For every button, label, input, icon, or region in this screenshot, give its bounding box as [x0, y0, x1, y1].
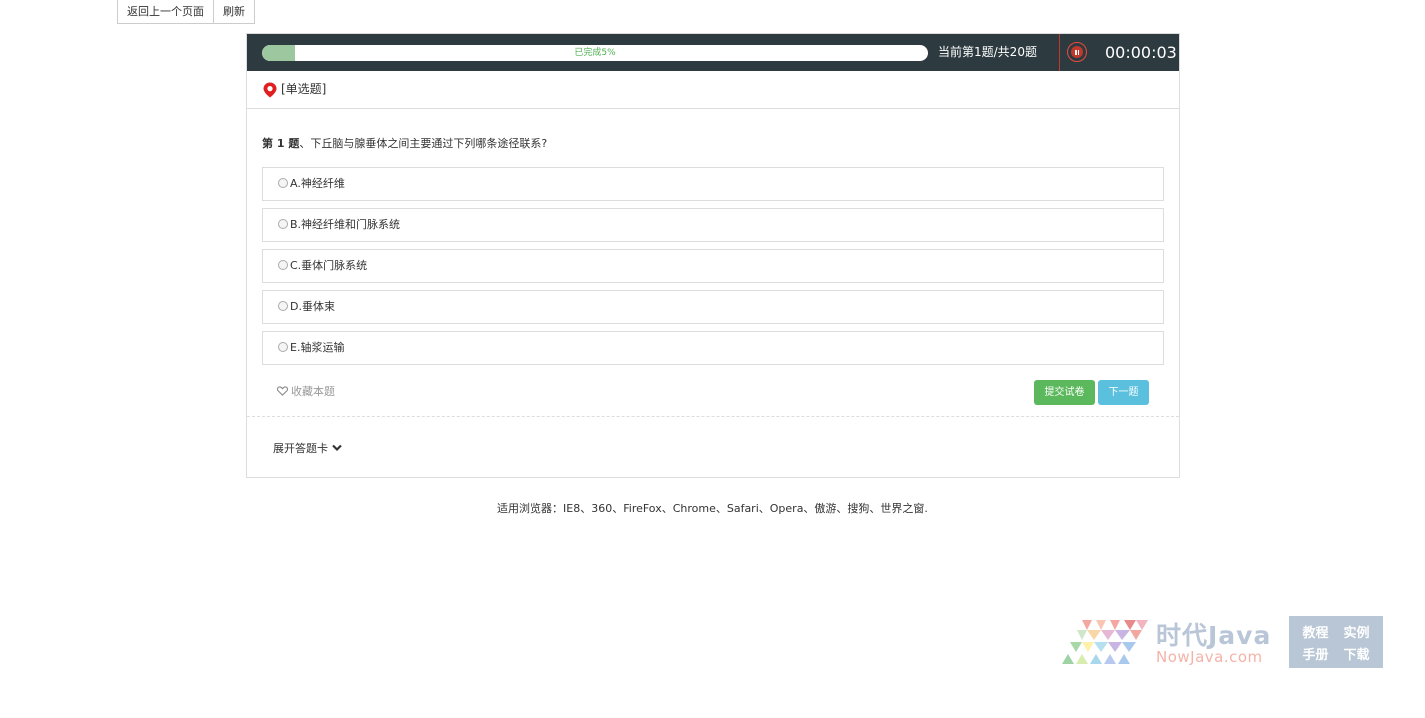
- refresh-button[interactable]: 刷新: [214, 0, 255, 24]
- question-number: 第 1 题: [262, 137, 300, 150]
- favorite-label: 收藏本题: [291, 385, 335, 398]
- divider: [247, 416, 1179, 417]
- pause-icon: [1071, 46, 1083, 58]
- timer: 00:00:03: [1105, 43, 1177, 62]
- option-label: D.垂体束: [290, 300, 335, 313]
- submit-exam-button[interactable]: 提交试卷: [1034, 380, 1095, 405]
- expand-label: 展开答题卡: [273, 442, 328, 455]
- location-pin-icon: [263, 82, 277, 98]
- radio-a[interactable]: [278, 178, 288, 188]
- option-e[interactable]: E.轴浆运输: [262, 331, 1164, 365]
- favorite-question-button[interactable]: 收藏本题: [277, 383, 335, 399]
- logo-box-item: 教程: [1302, 625, 1329, 641]
- heart-icon: [277, 386, 288, 396]
- logo-subtitle: NowJava.com: [1156, 648, 1263, 666]
- option-b[interactable]: B.神经纤维和门脉系统: [262, 208, 1164, 242]
- option-label: A.神经纤维: [290, 177, 345, 190]
- back-button[interactable]: 返回上一个页面: [117, 0, 214, 24]
- chevron-down-icon: [332, 444, 342, 452]
- logo-box-item: 手册: [1302, 647, 1329, 663]
- option-a[interactable]: A.神经纤维: [262, 167, 1164, 201]
- header-divider: [1059, 34, 1060, 71]
- progress-text: 已完成5%: [574, 48, 616, 58]
- option-c[interactable]: C.垂体门脉系统: [262, 249, 1164, 283]
- radio-d[interactable]: [278, 301, 288, 311]
- question-type: [单选题]: [281, 82, 327, 96]
- question-counter: 当前第1题/共20题: [938, 45, 1037, 59]
- logo-box-item: 下载: [1343, 647, 1370, 663]
- next-question-button[interactable]: 下一题: [1098, 380, 1149, 405]
- radio-e[interactable]: [278, 342, 288, 352]
- exam-card: 已完成5% 当前第1题/共20题 00:00:03 [单选题] 第 1 题、下丘…: [246, 33, 1180, 478]
- option-label: B.神经纤维和门脉系统: [290, 218, 401, 231]
- question-type-row: [单选题]: [247, 71, 1179, 109]
- exam-header: 已完成5% 当前第1题/共20题 00:00:03: [247, 34, 1179, 71]
- question-body: 、下丘脑与腺垂体之间主要通过下列哪条途径联系?: [299, 137, 548, 150]
- radio-c[interactable]: [278, 260, 288, 270]
- option-label: E.轴浆运输: [290, 341, 345, 354]
- expand-answer-card-toggle[interactable]: 展开答题卡: [273, 440, 342, 456]
- logo-box-item: 实例: [1343, 625, 1370, 641]
- option-d[interactable]: D.垂体束: [262, 290, 1164, 324]
- logo-box: 教程 实例 手册 下载: [1289, 616, 1383, 668]
- progress-bar: 已完成5%: [262, 45, 928, 61]
- question-text: 第 1 题、下丘脑与腺垂体之间主要通过下列哪条途径联系?: [262, 135, 547, 151]
- radio-b[interactable]: [278, 219, 288, 229]
- logo-title: 时代Java: [1156, 621, 1272, 650]
- supported-browsers-note: 适用浏览器：IE8、360、FireFox、Chrome、Safari、Oper…: [497, 502, 928, 515]
- pause-button[interactable]: [1067, 42, 1087, 62]
- option-label: C.垂体门脉系统: [290, 259, 368, 272]
- top-nav: 返回上一个页面 刷新: [117, 0, 255, 24]
- nowjava-logo: 时代Java NowJava.com 教程 实例 手册 下载: [1060, 616, 1383, 668]
- logo-triangles-icon: [1062, 620, 1148, 664]
